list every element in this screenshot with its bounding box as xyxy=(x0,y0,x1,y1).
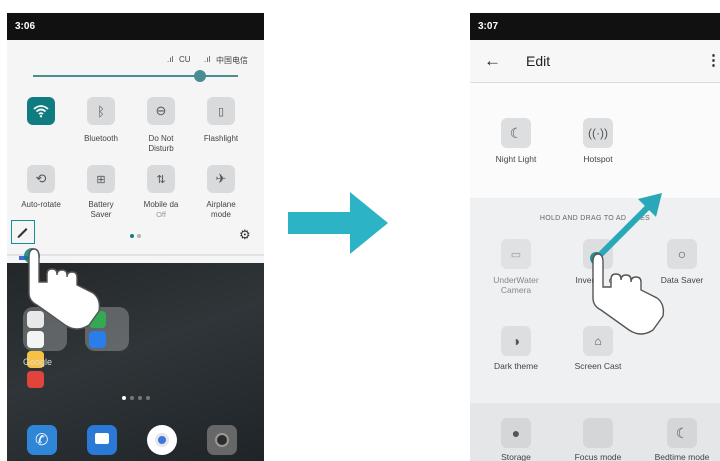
hand-pointer-icon xyxy=(590,252,665,335)
page-indicator-dot xyxy=(130,234,134,238)
focus-mode-tile[interactable] xyxy=(583,418,613,448)
do-not-disturb-tile[interactable]: ⊖ xyxy=(147,97,175,125)
airplane-icon: ✈ xyxy=(215,171,227,186)
transition-arrow-icon xyxy=(288,192,388,254)
bluetooth-tile[interactable]: ᛒ xyxy=(87,97,115,125)
tile-label: Mobile da Off xyxy=(143,200,179,219)
tile-label: Battery Saver xyxy=(88,200,114,219)
active-tiles-area: ☾ Night Light ((·)) Hotspot xyxy=(470,83,720,198)
tile-label: Auto-rotate xyxy=(21,200,61,209)
underwater-camera-tile[interactable]: ▭ xyxy=(501,239,531,269)
signal-icon: .ıl xyxy=(204,55,211,64)
folder-label: Google xyxy=(23,357,53,367)
airplane-tile[interactable]: ✈ xyxy=(207,165,235,193)
tile-label: Dark theme xyxy=(494,361,538,371)
tile-label: Night Light xyxy=(495,154,537,164)
right-phone-screen: 3:07 ← Edit ⋮ ☾ Night Light ((·)) Hotspo… xyxy=(470,13,720,461)
wifi-icon xyxy=(33,105,49,118)
dark-theme-tile[interactable]: ◑ xyxy=(501,326,531,356)
bedtime-tile[interactable]: ☾ xyxy=(667,418,697,448)
tile-label: Focus mode xyxy=(574,452,622,461)
auto-rotate-icon: ⟲ xyxy=(35,171,47,186)
tile-label: Storage xyxy=(501,452,531,461)
tile-label: UnderWater Camera xyxy=(493,275,539,295)
dark-theme-icon: ◑ xyxy=(511,333,521,349)
pencil-icon xyxy=(17,228,28,238)
carrier-2: 中国电信 xyxy=(216,56,248,65)
carrier-1: CU xyxy=(179,55,191,64)
back-arrow-icon[interactable]: ← xyxy=(484,51,501,71)
status-time: 3:06 xyxy=(15,21,36,32)
page-indicator-dot xyxy=(137,234,141,238)
hand-pointer-icon xyxy=(24,248,101,330)
brightness-slider-thumb[interactable] xyxy=(194,70,206,82)
storage-icon: ● xyxy=(511,425,521,441)
battery-saver-icon: ⊞ xyxy=(96,173,106,186)
tile-label: Flashlight xyxy=(203,134,239,143)
page-indicator xyxy=(122,396,150,400)
signal-icon: .ıl xyxy=(167,55,174,64)
auto-rotate-tile[interactable]: ⟲ xyxy=(27,165,55,193)
messages-app-icon[interactable] xyxy=(87,425,117,455)
underwater-camera-icon: ▭ xyxy=(510,248,522,261)
status-bar: 3:07 xyxy=(470,13,720,40)
flashlight-tile[interactable]: ▯ xyxy=(207,97,235,125)
night-light-icon: ☾ xyxy=(509,124,523,141)
battery-saver-tile[interactable]: ⊞ xyxy=(87,165,115,193)
bluetooth-icon: ᛒ xyxy=(97,103,105,119)
mobile-data-icon: ⇅ xyxy=(156,173,166,186)
flashlight-icon: ▯ xyxy=(217,105,225,118)
chrome-app-icon[interactable] xyxy=(147,425,177,455)
tile-label: Bluetooth xyxy=(84,134,118,143)
data-saver-icon: ○ xyxy=(677,246,687,262)
tile-label: Screen Cast xyxy=(574,361,622,371)
brightness-slider[interactable] xyxy=(33,75,238,77)
tile-label: Bedtime mode xyxy=(654,452,710,461)
left-phone-screen: 3:06 .ıl CU .ıl 中国电信 ᛒ Bluetooth ⊖ Do No… xyxy=(7,13,264,461)
more-options-icon[interactable]: ⋮ xyxy=(706,51,720,69)
bedtime-icon: ☾ xyxy=(675,424,689,441)
hotspot-icon: ((·)) xyxy=(588,126,608,140)
storage-tile[interactable]: ● xyxy=(501,418,531,448)
camera-app-icon[interactable] xyxy=(207,425,237,455)
night-light-tile[interactable]: ☾ xyxy=(501,118,531,148)
tile-label: Hotspot xyxy=(583,154,613,164)
tile-label: Airplane mode xyxy=(206,200,236,219)
tile-label: Do Not Disturb xyxy=(148,134,174,153)
wifi-tile[interactable] xyxy=(27,97,55,125)
page-title: Edit xyxy=(526,53,551,69)
hotspot-tile[interactable]: ((·)) xyxy=(583,118,613,148)
settings-gear-icon[interactable]: ⚙ xyxy=(239,227,251,243)
status-time: 3:07 xyxy=(478,21,499,32)
do-not-disturb-icon: ⊖ xyxy=(155,103,167,118)
mobile-data-tile[interactable]: ⇅ xyxy=(147,165,175,193)
more-tiles-strip: ● Storage Focus mode ☾ Bedtime mode xyxy=(470,403,720,461)
edit-header: ← Edit ⋮ xyxy=(470,40,720,83)
status-bar: 3:06 xyxy=(7,13,264,40)
phone-app-icon[interactable]: ✆ xyxy=(27,425,57,455)
